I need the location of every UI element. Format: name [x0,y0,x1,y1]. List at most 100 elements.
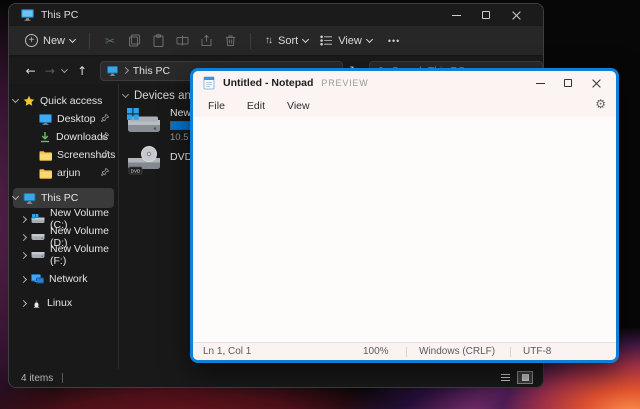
settings-button[interactable]: ⚙ [595,97,606,111]
large-icons-view-icon [521,374,529,381]
rename-button[interactable] [170,29,194,53]
downloads-icon [39,131,51,143]
sidebar-item-screenshots[interactable]: Screenshots [13,146,115,164]
chevron-right-icon [19,233,28,241]
explorer-command-bar: + New ✂ ↑↓ Sort View ••• [9,26,543,56]
cut-icon: ✂ [104,33,116,48]
notepad-titlebar[interactable]: Untitled - Notepad PREVIEW [193,71,616,95]
sidebar-item-label: Quick access [40,95,103,107]
sidebar-item-arjun[interactable]: arjun [13,164,114,182]
view-icon [320,35,333,46]
chevron-down-icon [68,35,77,43]
close-icon [592,79,601,88]
new-button-label: New [43,34,66,47]
menu-view[interactable]: View [276,97,321,115]
statusbar-right-section: 100% Windows (CRLF) UTF-8 [351,343,616,360]
sidebar-item-label: arjun [57,167,81,179]
gear-icon: ⚙ [595,97,606,111]
chevron-down-icon [11,95,20,104]
drive-icon [31,233,45,241]
dvd-drive-icon: DVD [125,144,162,176]
maximize-icon [482,11,490,19]
share-button[interactable] [194,29,218,53]
minimize-button[interactable] [526,71,554,95]
maximize-button[interactable] [554,71,582,95]
view-button[interactable]: View [314,31,378,51]
maximize-icon [564,79,572,87]
notepad-icon [203,76,215,90]
up-button[interactable]: ↑ [72,64,91,78]
close-button[interactable] [582,71,610,95]
zoom-level[interactable]: 100% [351,343,406,360]
sidebar-item-label: This PC [41,192,79,204]
sidebar-item-this-pc[interactable]: This PC [11,188,114,208]
sidebar-item-quick-access[interactable]: Quick access [11,92,114,110]
forward-icon: → [44,63,55,78]
more-icon: ••• [387,35,401,46]
breadcrumb-root[interactable]: This PC [133,65,170,77]
notepad-window-controls [526,71,610,95]
editor-text-area[interactable] [193,117,616,342]
view-button-label: View [338,34,362,47]
breadcrumb-separator-icon [121,66,129,75]
large-icons-view-toggle-button[interactable] [517,371,533,384]
sidebar-item-desktop[interactable]: Desktop [13,110,114,128]
cut-button[interactable]: ✂ [98,29,122,53]
line-ending[interactable]: Windows (CRLF) [407,343,510,360]
sidebar-item-label: Linux [47,297,73,309]
details-view-toggle-button[interactable] [497,371,513,384]
pin-icon [100,131,110,141]
copy-icon [128,34,140,47]
this-pc-icon [21,9,34,21]
more-options-button[interactable]: ••• [382,32,406,50]
sidebar-item-network[interactable]: Network [13,270,114,288]
chevron-down-icon [11,192,20,201]
this-pc-icon [23,192,36,204]
notepad-window: Untitled - Notepad PREVIEW File Edit Vie… [190,68,619,363]
paste-button[interactable] [146,29,170,53]
minimize-icon [451,14,461,16]
up-icon: ↑ [77,63,88,78]
cursor-position: Ln 1, Col 1 [203,346,252,357]
pin-icon [100,149,110,159]
desktop-icon [39,113,52,125]
menu-file[interactable]: File [197,97,236,115]
menu-edit[interactable]: Edit [236,97,276,115]
encoding[interactable]: UTF-8 [511,343,616,360]
copy-button[interactable] [122,29,146,53]
plus-icon: + [25,34,38,47]
paste-icon [153,34,164,47]
sidebar-item-downloads[interactable]: Downloads [13,128,114,146]
close-icon [512,11,521,20]
sidebar-item-drive-f[interactable]: New Volume (F:) [13,243,114,267]
notepad-window-title: Untitled - Notepad [223,77,314,89]
breadcrumb-pc-icon [106,65,118,76]
chevron-down-icon [302,35,310,43]
sidebar-item-label: Desktop [57,113,96,125]
preview-badge: PREVIEW [321,78,369,88]
linux-penguin-icon [31,297,42,309]
share-icon [201,34,212,46]
maximize-button[interactable] [471,4,501,26]
sort-button-label: Sort [278,34,299,47]
new-button[interactable]: + New [19,30,81,51]
explorer-titlebar[interactable]: This PC [9,4,543,26]
desktop-wallpaper: This PC + New ✂ ↑↓ Sort View ••• ← → ↑ T… [0,0,640,409]
recent-locations-chevron-icon[interactable] [60,65,68,73]
toolbar-divider [89,32,91,49]
back-button[interactable]: ← [21,64,40,78]
minimize-button[interactable] [441,4,471,26]
folder-icon [39,150,52,161]
sidebar-item-label: Network [49,273,88,285]
delete-button[interactable] [218,29,242,53]
notepad-statusbar: Ln 1, Col 1 100% Windows (CRLF) UTF-8 [193,342,616,360]
view-toggle-group [497,371,533,384]
forward-button[interactable]: → [40,64,59,78]
close-button[interactable] [501,4,531,26]
network-icon [31,273,44,285]
star-icon [23,95,35,107]
explorer-statusbar: 4 items [9,369,543,387]
sidebar-item-linux[interactable]: Linux [13,294,114,312]
sidebar-item-label: New Volume (F:) [50,243,109,267]
sort-button[interactable]: ↑↓ Sort [259,31,314,51]
